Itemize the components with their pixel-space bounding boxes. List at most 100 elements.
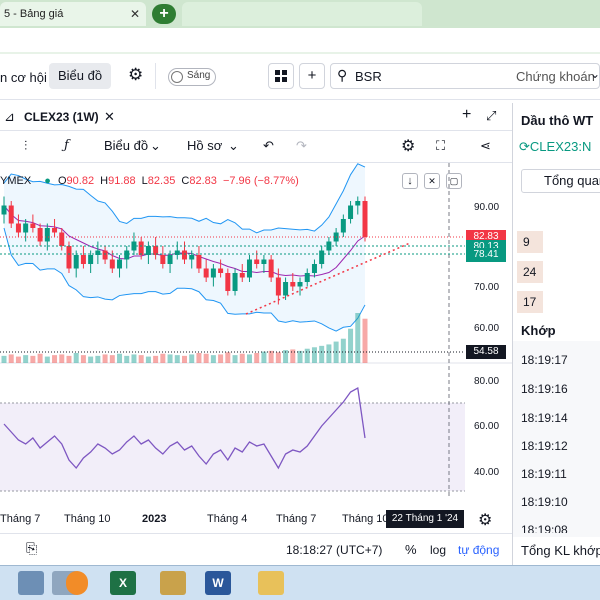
volume-bar	[23, 355, 29, 363]
candle-body	[297, 282, 303, 287]
candle-body	[102, 250, 108, 260]
close-value: 82.83	[189, 175, 217, 187]
volume-bar	[131, 354, 137, 363]
volume-bar	[362, 318, 368, 363]
volume-bar	[218, 354, 224, 363]
add-chart-icon[interactable]: +	[462, 106, 471, 124]
time-tick: Tháng 7	[0, 513, 41, 525]
volume-bar	[355, 313, 361, 363]
candle-body	[319, 250, 325, 264]
candle-body	[355, 201, 361, 206]
price-chart[interactable]	[0, 163, 512, 533]
percent-toggle[interactable]: %	[405, 542, 417, 557]
volume-bar	[340, 338, 346, 363]
time-tick: 2023	[142, 513, 167, 525]
candle-body	[80, 255, 86, 264]
time-tick: Tháng 7	[276, 513, 317, 525]
indicators-icon[interactable]: ƒ	[64, 138, 69, 153]
candle-body	[15, 223, 21, 233]
maximize-pane-icon[interactable]: ▢	[446, 173, 462, 189]
volume-bar	[254, 353, 260, 363]
close-tab-icon[interactable]: ✕	[130, 2, 140, 26]
auto-toggle[interactable]: tự động	[458, 543, 499, 557]
candle-body	[232, 273, 238, 291]
symbol-search[interactable]: ⚲ BSR Chứng khoán ⌄	[330, 63, 600, 89]
opportunities-tab[interactable]: n cơ hội	[0, 65, 47, 91]
exchange-label: YMEX	[0, 175, 32, 187]
taskbar: X W	[0, 565, 600, 600]
candle-body	[160, 255, 166, 264]
chart-type-icon[interactable]: ⊿	[4, 109, 15, 125]
time-tick: Tháng 4	[207, 513, 248, 525]
close-chart-icon[interactable]: ✕	[104, 109, 115, 125]
excel-icon[interactable]: X	[110, 571, 136, 595]
candle-body	[8, 205, 14, 224]
candle-body	[261, 259, 267, 264]
crosshair-date-label: 22 Tháng 1 '24	[386, 510, 464, 528]
fullscreen-icon[interactable]: ⛶	[436, 138, 445, 154]
arrow-down-icon[interactable]: ↓	[402, 173, 418, 189]
file-manager-icon[interactable]	[18, 571, 44, 595]
chart-tab[interactable]: Biểu đồ	[49, 63, 112, 89]
expand-icon[interactable]: ⤢	[486, 108, 496, 124]
volume-bar	[160, 353, 166, 363]
new-tab-button[interactable]: +	[152, 4, 176, 24]
candle-body	[283, 282, 289, 296]
volume-bar	[174, 355, 180, 363]
change-value: −7.96 (−8.77%)	[222, 175, 299, 187]
volume-bar	[304, 348, 310, 363]
gear-icon[interactable]: ⚙	[128, 65, 143, 85]
paint-icon[interactable]	[160, 571, 186, 595]
time-tick: Tháng 10	[64, 513, 111, 525]
candle-body	[66, 246, 72, 269]
candlestick-type-icon[interactable]: ⫶	[24, 138, 27, 154]
word-icon[interactable]: W	[205, 571, 231, 595]
candle-body	[1, 205, 7, 215]
candle-body	[304, 273, 310, 282]
chart-area[interactable]: 90.00 70.00 60.00 82.83 80.13 78.41 54.5…	[0, 163, 512, 533]
browser-tab[interactable]: 5 - Bảng giá ✕	[0, 2, 146, 26]
log-toggle[interactable]: log	[430, 543, 446, 557]
securities-dropdown[interactable]: Chứng khoán	[516, 69, 595, 84]
level-value: 24	[517, 261, 543, 283]
candle-body	[254, 259, 260, 264]
candle-body	[348, 205, 354, 219]
match-time: 18:19:10	[521, 495, 568, 509]
instrument-symbol[interactable]: ⟳CLEX23:N	[519, 139, 591, 155]
toggle-knob	[171, 71, 183, 83]
volume-bar	[290, 349, 296, 363]
candle-body	[37, 228, 43, 242]
redo-icon[interactable]: ↷	[296, 138, 307, 154]
volume-bar	[210, 355, 216, 363]
price-tick: 90.00	[474, 202, 500, 213]
candle-body	[52, 228, 58, 233]
media-player-icon[interactable]	[66, 571, 88, 595]
chart-menu[interactable]: Biểu đồ	[104, 138, 148, 153]
volume-bar	[167, 354, 173, 363]
search-input[interactable]: BSR	[355, 69, 382, 84]
browser-tab-blurred[interactable]	[182, 2, 422, 26]
address-bar	[0, 28, 600, 54]
volume-bar	[145, 356, 151, 363]
calendar-range-icon[interactable]: ⎘	[26, 540, 37, 557]
volume-bar	[232, 355, 238, 363]
collapse-icon[interactable]: ✕	[424, 173, 440, 189]
gear-icon[interactable]: ⚙	[478, 510, 492, 530]
chart-header: ⊿ CLEX23 (1W) ✕ + ⤢	[0, 103, 512, 131]
volume-bar	[44, 356, 50, 363]
profile-menu[interactable]: Hồ sơ	[187, 138, 222, 153]
clock-readout[interactable]: 18:18:27 (UTC+7)	[286, 543, 382, 557]
chart-legend: YMEX ● O90.82 H91.88 L82.35 C82.83 −7.96…	[0, 175, 299, 187]
settings-icon[interactable]: ⚙	[401, 136, 415, 156]
folder-icon[interactable]	[258, 571, 284, 595]
theme-label: Sáng	[187, 70, 211, 81]
overview-tab[interactable]: Tổng quan	[521, 169, 600, 193]
candle-body	[275, 277, 281, 296]
undo-icon[interactable]: ↶	[263, 138, 274, 154]
share-icon[interactable]: ⋖	[480, 138, 491, 154]
add-icon[interactable]: +	[299, 63, 325, 89]
theme-toggle[interactable]: Sáng	[168, 68, 216, 86]
chart-symbol-title: CLEX23 (1W)	[24, 110, 99, 124]
layout-grid-icon[interactable]	[268, 63, 294, 89]
volume-bar	[1, 355, 7, 363]
